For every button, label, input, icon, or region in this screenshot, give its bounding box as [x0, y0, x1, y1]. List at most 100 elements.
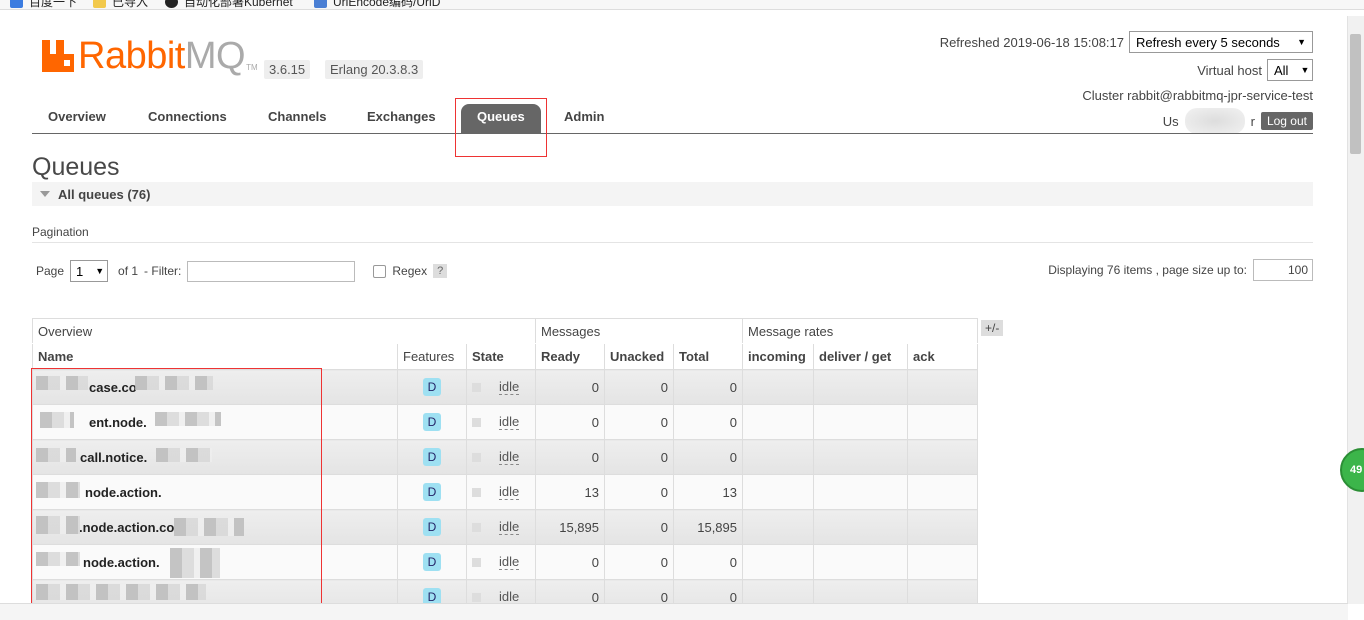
filter-input[interactable]	[187, 260, 356, 282]
logo-trademark: TM	[246, 63, 258, 72]
floating-widget-badge[interactable]: 49	[1340, 448, 1364, 492]
col-state[interactable]: State	[466, 343, 536, 370]
page-size-input[interactable]: 100	[1253, 259, 1313, 281]
col-deliver-get[interactable]: deliver / get	[813, 343, 908, 370]
logo-text: RabbitMQ	[78, 35, 246, 77]
incoming-rate	[742, 404, 814, 440]
durable-badge: D	[423, 448, 441, 466]
ack-rate	[907, 439, 978, 475]
unacked-count: 0	[604, 544, 674, 580]
refresh-interval-select[interactable]: Refresh every 5 seconds ▼	[1129, 31, 1313, 53]
col-ack[interactable]: ack	[907, 343, 978, 370]
help-button[interactable]: ?	[433, 264, 448, 278]
refresh-select-value: Refresh every 5 seconds	[1136, 34, 1280, 50]
col-incoming[interactable]: incoming	[742, 343, 814, 370]
queues-tab-highlight	[455, 98, 547, 157]
ready-count: 0	[535, 369, 605, 405]
total-count: 0	[673, 404, 743, 440]
pagination-divider	[32, 242, 1313, 243]
group-message-rates: Message rates	[742, 318, 978, 344]
page-select-value: 1	[76, 263, 84, 279]
bookmark-label: 已导入	[112, 0, 149, 9]
state-dot-icon	[472, 452, 481, 462]
collapse-triangle-icon	[40, 191, 50, 197]
state-dot-icon	[472, 592, 481, 602]
regex-checkbox[interactable]	[373, 264, 387, 278]
refreshed-time: Refreshed 2019-06-18 15:08:17	[939, 34, 1124, 50]
ready-count: 0	[535, 439, 605, 475]
state-dot-icon	[472, 487, 481, 497]
incoming-rate	[742, 474, 814, 510]
deliver-rate	[813, 369, 908, 405]
filter-label: - Filter:	[144, 264, 182, 278]
tab-admin[interactable]: Admin	[548, 104, 620, 133]
toggle-columns-button[interactable]: +/-	[981, 320, 1004, 336]
horizontal-scrollbar[interactable]	[0, 603, 1348, 620]
col-name[interactable]: Name	[32, 343, 398, 370]
state-dot-icon	[472, 557, 481, 567]
total-count: 0	[673, 369, 743, 405]
erlang-version-badge: Erlang 20.3.8.3	[325, 60, 424, 79]
tab-connections[interactable]: Connections	[132, 104, 243, 133]
ready-count: 15,895	[535, 509, 605, 545]
all-queues-section-toggle[interactable]: All queues (76)	[32, 182, 1313, 206]
vertical-scrollbar[interactable]	[1347, 16, 1364, 604]
virtual-host-area: Virtual host All ▼	[1197, 59, 1313, 81]
durable-badge: D	[423, 378, 441, 396]
total-count: 13	[673, 474, 743, 510]
page-title: Queues	[32, 153, 120, 181]
col-total[interactable]: Total	[673, 343, 743, 370]
deliver-rate	[813, 439, 908, 475]
incoming-rate	[742, 369, 814, 405]
bookmark-label: 百度一下	[29, 0, 78, 9]
queue-state: idle	[499, 449, 520, 465]
col-ready[interactable]: Ready	[535, 343, 605, 370]
version-badge: 3.6.15	[264, 60, 311, 79]
refresh-area: Refreshed 2019-06-18 15:08:17 Refresh ev…	[940, 31, 1313, 53]
col-unacked[interactable]: Unacked	[604, 343, 674, 370]
unacked-count: 0	[604, 439, 674, 475]
incoming-rate	[742, 439, 814, 475]
rabbitmq-logo[interactable]: RabbitMQ TM	[42, 35, 258, 77]
regex-label: Regex	[392, 264, 428, 278]
total-count: 0	[673, 544, 743, 580]
page-label: Page	[36, 264, 65, 278]
ready-count: 0	[535, 544, 605, 580]
bookmark-urlencode[interactable]: UrlEncode编码/UrlD	[314, 0, 440, 10]
virtual-host-select[interactable]: All ▼	[1267, 59, 1313, 81]
chevron-down-icon: ▼	[95, 266, 105, 276]
queue-names-highlight	[31, 368, 322, 605]
bookmark-icon	[314, 0, 327, 8]
tab-exchanges[interactable]: Exchanges	[351, 104, 452, 133]
deliver-rate	[813, 544, 908, 580]
incoming-rate	[742, 509, 814, 545]
bookmark-baidu[interactable]: 百度一下	[10, 0, 77, 10]
page-count: of 1	[118, 264, 139, 278]
group-messages: Messages	[535, 318, 743, 344]
durable-badge: D	[423, 518, 441, 536]
tab-overview[interactable]: Overview	[32, 104, 122, 133]
unacked-count: 0	[604, 509, 674, 545]
state-dot-icon	[472, 522, 481, 532]
pagination-label: Pagination	[32, 225, 89, 239]
scrollbar-thumb[interactable]	[1350, 34, 1361, 154]
tab-channels[interactable]: Channels	[252, 104, 343, 133]
col-features: Features	[397, 343, 467, 370]
main-nav: Overview Connections Channels Exchanges …	[32, 98, 1313, 134]
virtual-host-value: All	[1274, 62, 1289, 78]
total-count: 15,895	[673, 509, 743, 545]
deliver-rate	[813, 474, 908, 510]
page-select[interactable]: 1 ▼	[70, 260, 109, 282]
ack-rate	[907, 474, 978, 510]
bookmark-kubernetes[interactable]: 自动化部署Kubernet	[165, 0, 293, 10]
queue-state: idle	[499, 379, 520, 395]
total-count: 0	[673, 439, 743, 475]
chevron-down-icon: ▼	[1297, 37, 1306, 47]
bookmarks-bar: 百度一下 已导入 自动化部署Kubernet UrlEncode编码/UrlD	[0, 0, 1364, 10]
durable-badge: D	[423, 553, 441, 571]
ack-rate	[907, 509, 978, 545]
bookmark-imported[interactable]: 已导入	[93, 0, 148, 10]
ack-rate	[907, 544, 978, 580]
queue-state: idle	[499, 414, 520, 430]
unacked-count: 0	[604, 369, 674, 405]
